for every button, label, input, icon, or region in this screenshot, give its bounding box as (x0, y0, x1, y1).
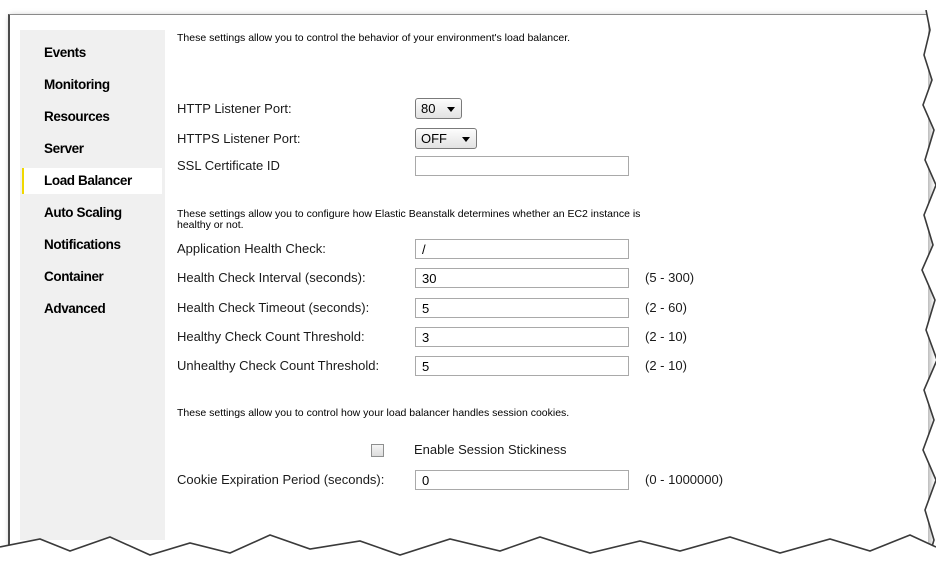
healthy-threshold-label: Healthy Check Count Threshold: (177, 329, 365, 344)
listener-description: These settings allow you to control the … (177, 32, 571, 44)
chevron-down-icon (447, 107, 455, 112)
timeout-input[interactable] (415, 298, 629, 318)
app-health-check-input[interactable] (415, 239, 629, 259)
sidebar-item-advanced[interactable]: Advanced (22, 296, 162, 322)
session-stickiness-label[interactable]: Enable Session Stickiness (414, 442, 566, 458)
unhealthy-threshold-range: (2 - 10) (645, 358, 687, 373)
sidebar: Events Monitoring Resources Server Load … (20, 30, 165, 540)
sidebar-item-events[interactable]: Events (22, 40, 162, 66)
app-health-check-label: Application Health Check: (177, 241, 326, 256)
sidebar-item-monitoring[interactable]: Monitoring (22, 72, 162, 98)
sidebar-item-resources[interactable]: Resources (22, 104, 162, 130)
healthy-threshold-range: (2 - 10) (645, 329, 687, 344)
sidebar-item-container[interactable]: Container (22, 264, 162, 290)
ssl-cert-input[interactable] (415, 156, 629, 176)
sidebar-item-notifications[interactable]: Notifications (22, 232, 162, 258)
http-port-dropdown[interactable]: 80 (415, 98, 462, 119)
https-port-dropdown[interactable]: OFF (415, 128, 477, 149)
interval-label: Health Check Interval (seconds): (177, 270, 366, 285)
session-stickiness-checkbox[interactable] (371, 444, 384, 457)
health-description: These settings allow you to configure ho… (177, 208, 641, 231)
sidebar-item-server[interactable]: Server (22, 136, 162, 162)
interval-range: (5 - 300) (645, 270, 695, 285)
timeout-range: (2 - 60) (645, 300, 687, 315)
chevron-down-icon (462, 137, 470, 142)
load-balancer-panel: These settings allow you to control the … (165, 30, 925, 540)
https-port-label: HTTPS Listener Port: (177, 131, 301, 146)
torn-edge-bottom (0, 534, 936, 565)
healthy-threshold-input[interactable] (415, 327, 629, 347)
http-port-value: 80 (421, 101, 436, 116)
ssl-cert-label: SSL Certificate ID (177, 158, 280, 173)
http-port-label: HTTP Listener Port: (177, 101, 292, 116)
unhealthy-threshold-label: Unhealthy Check Count Threshold: (177, 358, 380, 373)
torn-edge-right (921, 10, 936, 560)
sidebar-item-load-balancer[interactable]: Load Balancer (22, 168, 162, 194)
sidebar-item-auto-scaling[interactable]: Auto Scaling (22, 200, 162, 226)
timeout-label: Health Check Timeout (seconds): (177, 300, 370, 315)
cookie-expiration-range: (0 - 1000000) (645, 472, 724, 487)
session-description: These settings allow you to control how … (177, 407, 570, 419)
https-port-value: OFF (421, 131, 447, 146)
settings-window: Events Monitoring Resources Server Load … (8, 14, 928, 555)
interval-input[interactable] (415, 268, 629, 288)
cookie-expiration-input[interactable] (415, 470, 629, 490)
unhealthy-threshold-input[interactable] (415, 356, 629, 376)
cookie-expiration-label: Cookie Expiration Period (seconds): (177, 472, 385, 487)
